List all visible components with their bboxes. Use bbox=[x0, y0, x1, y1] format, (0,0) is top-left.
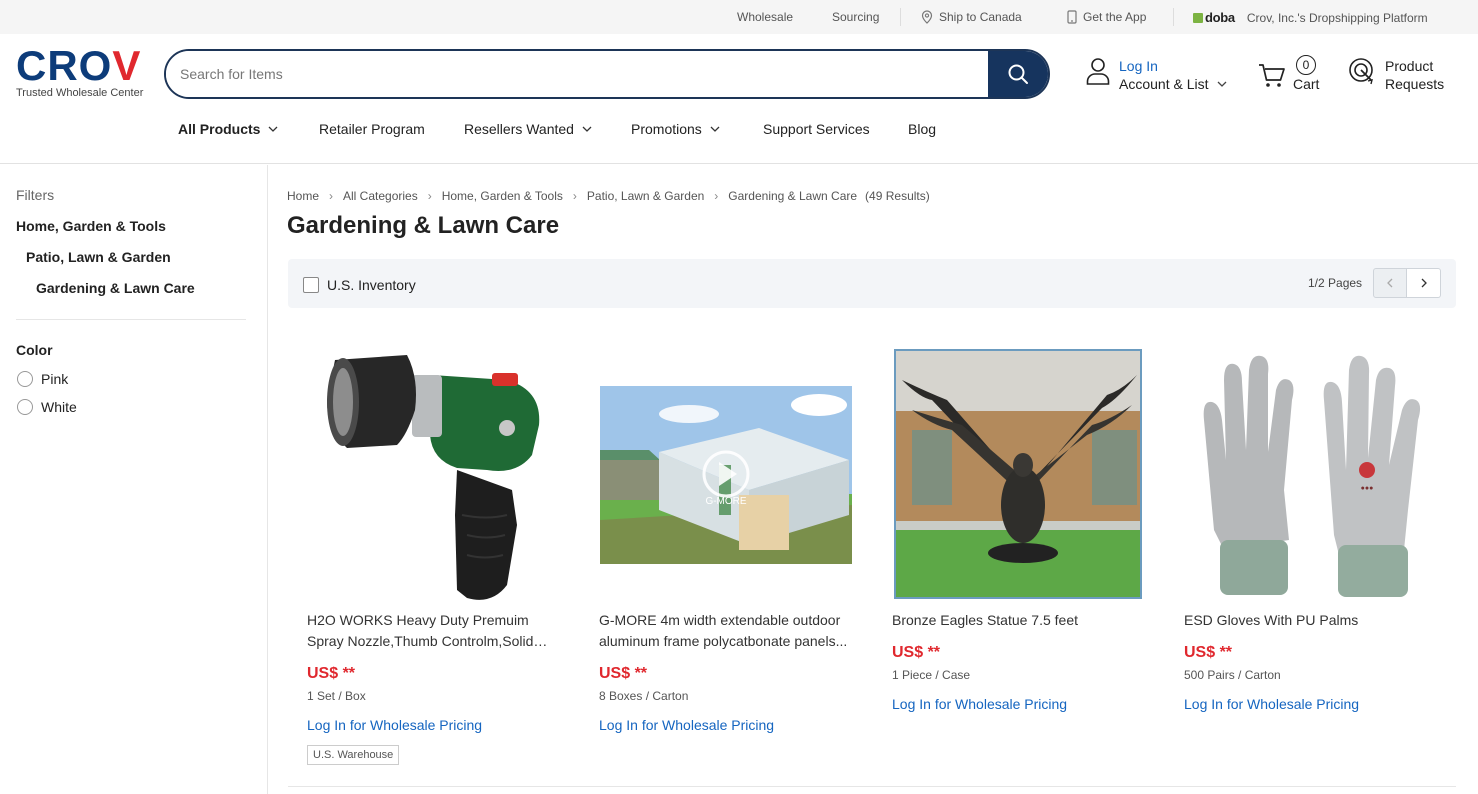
svg-text:●●●: ●●● bbox=[1361, 485, 1374, 492]
product-unit: 1 Piece / Case bbox=[892, 668, 971, 682]
prev-page-button[interactable] bbox=[1373, 268, 1407, 298]
product-image-spray-nozzle[interactable] bbox=[307, 340, 567, 608]
breadcrumb-current: Gardening & Lawn Care bbox=[728, 189, 858, 203]
nav-retailer-program[interactable]: Retailer Program bbox=[319, 121, 425, 137]
platform-label: Crov, Inc.'s Dropshipping Platform bbox=[1246, 10, 1428, 25]
results-count: (49 Results) bbox=[865, 189, 930, 203]
us-inventory-checkbox[interactable] bbox=[303, 277, 319, 293]
request-target-icon bbox=[1349, 58, 1373, 85]
chevron-right-icon: › bbox=[427, 189, 432, 203]
cart-icon bbox=[1259, 64, 1285, 87]
filter-category-gardening[interactable]: Gardening & Lawn Care bbox=[36, 280, 195, 296]
phone-icon bbox=[1067, 10, 1077, 24]
product-price: US$ ** bbox=[892, 644, 941, 661]
doba-platform-link[interactable]: doba Crov, Inc.'s Dropshipping Platform bbox=[1193, 10, 1428, 25]
chevron-right-icon: › bbox=[329, 189, 334, 203]
nav-resellers-wanted[interactable]: Resellers Wanted bbox=[464, 121, 592, 137]
product-name[interactable]: G-MORE 4m width extendable outdoor alumi… bbox=[599, 610, 859, 652]
login-link[interactable]: Log In bbox=[1119, 57, 1227, 75]
divider bbox=[900, 8, 901, 26]
search-input[interactable] bbox=[166, 51, 988, 97]
filter-category-patio-lawn[interactable]: Patio, Lawn & Garden bbox=[26, 249, 171, 265]
nav-support-services[interactable]: Support Services bbox=[763, 121, 870, 137]
cart-button[interactable]: 0 Cart bbox=[1258, 55, 1319, 92]
breadcrumb-all-categories[interactable]: All Categories bbox=[343, 189, 418, 203]
product-name[interactable]: Bronze Eagles Statue 7.5 feet bbox=[892, 610, 1152, 631]
login-for-pricing-link[interactable]: Log In for Wholesale Pricing bbox=[1184, 696, 1359, 712]
account-list-label: Account & List bbox=[1119, 76, 1209, 92]
logo-tagline: Trusted Wholesale Center bbox=[16, 87, 144, 99]
product-name[interactable]: H2O WORKS Heavy Duty Premuim Spray Nozzl… bbox=[307, 610, 567, 652]
color-option-white[interactable]: White bbox=[17, 399, 77, 415]
search-button[interactable] bbox=[988, 51, 1048, 97]
chevron-down-icon bbox=[269, 126, 278, 132]
main-nav: All Products Retailer Program Resellers … bbox=[0, 110, 1478, 164]
filters-heading: Filters bbox=[16, 187, 55, 203]
product-price: US$ ** bbox=[1184, 644, 1233, 661]
color-heading: Color bbox=[16, 342, 53, 358]
get-app-label: Get the App bbox=[1083, 10, 1147, 24]
product-image-eagle-statue[interactable] bbox=[892, 340, 1152, 608]
login-for-pricing-link[interactable]: Log In for Wholesale Pricing bbox=[599, 717, 774, 733]
listing-toolbar: U.S. Inventory 1/2 Pages bbox=[288, 259, 1456, 308]
product-requests-link[interactable]: Product Requests bbox=[1348, 57, 1444, 93]
nav-all-products[interactable]: All Products bbox=[178, 121, 278, 137]
login-for-pricing-link[interactable]: Log In for Wholesale Pricing bbox=[307, 717, 482, 733]
product-unit: 1 Set / Box bbox=[307, 689, 366, 703]
chevron-down-icon bbox=[710, 126, 720, 132]
crov-logo[interactable]: CROV Trusted Wholesale Center bbox=[16, 45, 144, 100]
divider bbox=[16, 319, 246, 320]
breadcrumb-home[interactable]: Home bbox=[287, 189, 319, 203]
next-page-button[interactable] bbox=[1407, 268, 1441, 298]
divider bbox=[1173, 8, 1174, 26]
utility-bar: Wholesale Sourcing Ship to Canada Get th… bbox=[0, 0, 1478, 34]
chevron-right-icon bbox=[1421, 278, 1427, 288]
wholesale-link[interactable]: Wholesale bbox=[737, 10, 793, 24]
ship-to-button[interactable]: Ship to Canada bbox=[921, 10, 1022, 24]
user-icon bbox=[1086, 58, 1110, 85]
divider bbox=[288, 786, 1456, 787]
breadcrumb-home-garden[interactable]: Home, Garden & Tools bbox=[442, 189, 563, 203]
sourcing-link[interactable]: Sourcing bbox=[832, 10, 879, 24]
get-app-link[interactable]: Get the App bbox=[1067, 10, 1146, 24]
ship-to-label: Ship to Canada bbox=[939, 10, 1022, 24]
product-price: US$ ** bbox=[307, 665, 356, 682]
cart-count-badge: 0 bbox=[1296, 55, 1316, 75]
page-indicator: 1/2 Pages bbox=[1308, 276, 1363, 290]
search-icon bbox=[1008, 64, 1028, 84]
product-image-greenhouse[interactable]: G-MORE bbox=[599, 340, 859, 608]
page-title: Gardening & Lawn Care bbox=[287, 212, 560, 239]
product-image-esd-gloves[interactable]: ●●● bbox=[1184, 340, 1444, 608]
product-requests-label-2: Requests bbox=[1385, 76, 1445, 92]
cart-label: Cart bbox=[1293, 76, 1320, 92]
chevron-down-icon bbox=[1217, 81, 1226, 87]
chevron-right-icon: › bbox=[572, 189, 577, 203]
account-menu[interactable]: Log In Account & List bbox=[1086, 57, 1227, 93]
filter-category-home-garden[interactable]: Home, Garden & Tools bbox=[16, 218, 166, 234]
filter-sidebar: Filters Home, Garden & Tools Patio, Lawn… bbox=[0, 165, 268, 794]
nav-promotions[interactable]: Promotions bbox=[631, 121, 720, 137]
color-option-pink[interactable]: Pink bbox=[17, 371, 68, 387]
login-for-pricing-link[interactable]: Log In for Wholesale Pricing bbox=[892, 696, 1067, 712]
us-inventory-label[interactable]: U.S. Inventory bbox=[327, 277, 416, 293]
product-requests-label-1: Product bbox=[1385, 58, 1434, 74]
nav-blog[interactable]: Blog bbox=[908, 121, 936, 137]
product-name[interactable]: ESD Gloves With PU Palms bbox=[1184, 610, 1444, 631]
breadcrumb-patio-lawn[interactable]: Patio, Lawn & Garden bbox=[587, 189, 704, 203]
image-watermark: G-MORE bbox=[705, 496, 746, 507]
doba-logo: doba bbox=[1193, 10, 1235, 25]
radio-button[interactable] bbox=[17, 399, 33, 415]
radio-button[interactable] bbox=[17, 371, 33, 387]
breadcrumb: Home › All Categories › Home, Garden & T… bbox=[287, 189, 930, 203]
product-unit: 8 Boxes / Carton bbox=[599, 689, 689, 703]
search-bar bbox=[164, 49, 1050, 99]
product-unit: 500 Pairs / Carton bbox=[1184, 668, 1281, 682]
us-warehouse-badge: U.S. Warehouse bbox=[307, 745, 400, 765]
chevron-down-icon bbox=[582, 126, 592, 132]
chevron-right-icon: › bbox=[714, 189, 719, 203]
product-price: US$ ** bbox=[599, 665, 648, 682]
chevron-left-icon bbox=[1387, 278, 1393, 288]
location-pin-icon bbox=[921, 10, 933, 24]
